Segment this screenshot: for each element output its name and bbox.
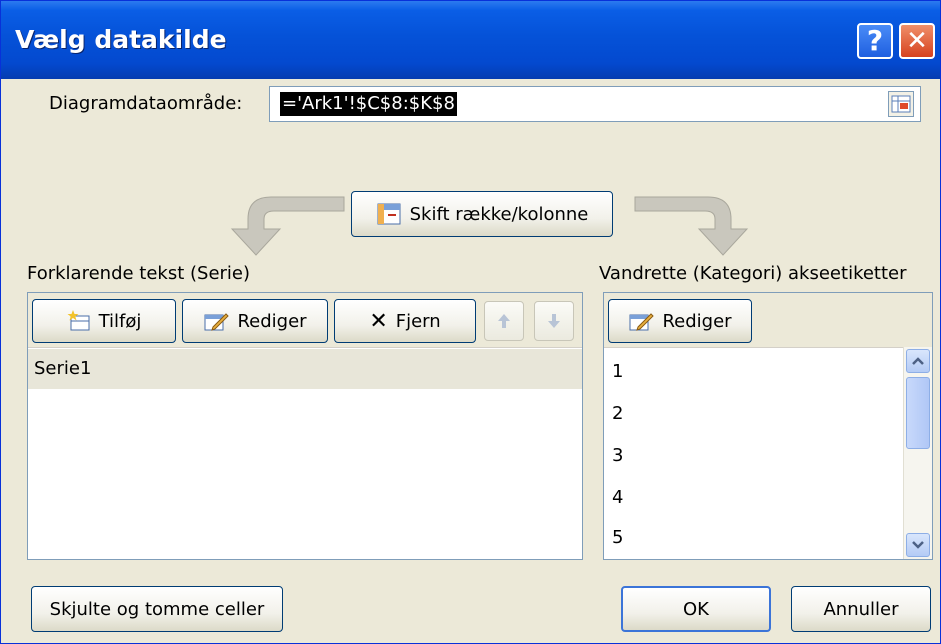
- chevron-up-icon: [912, 357, 924, 365]
- range-label: Diagramdataområde:: [49, 93, 243, 114]
- dialog-title: Vælg datakilde: [15, 25, 227, 54]
- range-value: ='Ark1'!$C$8:$K$8: [280, 92, 457, 116]
- series-panel: Tilføj Rediger ✕ Fjern Serie1: [27, 292, 583, 560]
- add-icon: [67, 310, 90, 331]
- collapse-dialog-button[interactable]: [888, 91, 914, 117]
- edit-series-label: Rediger: [237, 310, 307, 332]
- left-curved-arrow-icon: [230, 196, 345, 256]
- switch-row-column-label: Skift række/kolonne: [409, 203, 589, 225]
- category-scrollbar[interactable]: [903, 347, 932, 559]
- list-item: 1: [612, 361, 624, 382]
- close-button[interactable]: ✕: [899, 23, 935, 59]
- scroll-up-button[interactable]: [906, 349, 930, 373]
- series-heading: Forklarende tekst (Serie): [27, 263, 251, 284]
- category-toolbar: Rediger: [604, 293, 932, 348]
- right-curved-arrow-icon: [634, 196, 749, 256]
- remove-series-label: Fjern: [395, 310, 441, 332]
- help-button[interactable]: ?: [857, 23, 893, 59]
- switch-row-column-button[interactable]: Skift række/kolonne: [351, 191, 613, 237]
- cancel-label: Annuller: [823, 598, 899, 620]
- edit-icon: [629, 313, 655, 331]
- edit-series-button[interactable]: Rediger: [182, 299, 328, 343]
- move-up-button[interactable]: [484, 301, 524, 341]
- category-panel: Rediger 1 2 3 4 5: [603, 292, 933, 560]
- chevron-down-icon: [912, 541, 924, 549]
- ok-button[interactable]: OK: [621, 586, 771, 632]
- edit-category-label: Rediger: [662, 310, 732, 332]
- ok-label: OK: [683, 598, 709, 620]
- edit-icon: [204, 313, 230, 331]
- hidden-empty-cells-button[interactable]: Skjulte og tomme celler: [31, 586, 283, 632]
- select-data-source-dialog: Vælg datakilde ? ✕ Diagramdataområde: ='…: [0, 0, 941, 644]
- move-down-button[interactable]: [534, 301, 574, 341]
- list-item[interactable]: Serie1: [28, 349, 582, 389]
- range-select-icon: [891, 95, 911, 113]
- series-toolbar: Tilføj Rediger ✕ Fjern: [28, 293, 582, 348]
- list-item: 5: [612, 527, 624, 548]
- category-heading: Vandrette (Kategori) akseetiketter: [599, 263, 907, 284]
- add-series-button[interactable]: Tilføj: [32, 299, 176, 343]
- list-item: 2: [612, 403, 624, 424]
- list-item: 3: [612, 445, 624, 466]
- list-item: 4: [612, 487, 624, 508]
- cancel-button[interactable]: Annuller: [791, 586, 931, 632]
- arrow-down-icon: [548, 314, 560, 328]
- switch-row-column-icon: [377, 203, 401, 225]
- arrow-up-icon: [498, 314, 510, 328]
- hidden-empty-cells-label: Skjulte og tomme celler: [49, 598, 265, 620]
- add-series-label: Tilføj: [98, 310, 142, 332]
- edit-category-button[interactable]: Rediger: [608, 299, 752, 343]
- chart-data-range-input[interactable]: ='Ark1'!$C$8:$K$8: [269, 86, 921, 122]
- scroll-thumb[interactable]: [906, 377, 930, 449]
- scroll-down-button[interactable]: [906, 533, 930, 557]
- remove-icon: ✕: [369, 308, 388, 334]
- title-bar[interactable]: Vælg datakilde ? ✕: [1, 1, 940, 79]
- remove-series-button[interactable]: ✕ Fjern: [334, 299, 476, 343]
